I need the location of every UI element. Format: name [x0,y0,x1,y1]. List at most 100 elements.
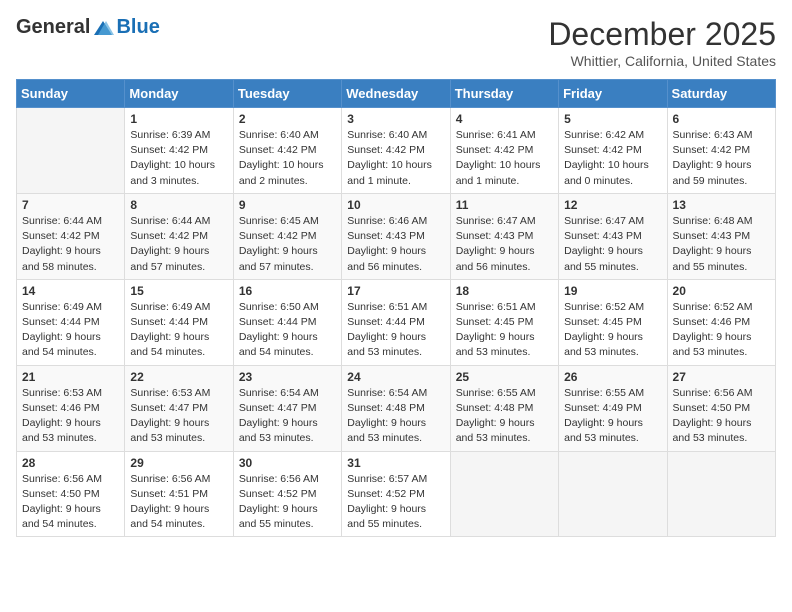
day-info: Sunrise: 6:47 AM Sunset: 4:43 PM Dayligh… [564,214,661,275]
day-info: Sunrise: 6:49 AM Sunset: 4:44 PM Dayligh… [22,300,119,361]
day-number: 5 [564,112,661,126]
day-number: 17 [347,284,444,298]
calendar-day-cell [450,451,558,537]
weekday-header-row: SundayMondayTuesdayWednesdayThursdayFrid… [17,80,776,108]
day-info: Sunrise: 6:50 AM Sunset: 4:44 PM Dayligh… [239,300,336,361]
calendar-day-cell: 30Sunrise: 6:56 AM Sunset: 4:52 PM Dayli… [233,451,341,537]
day-number: 13 [673,198,770,212]
day-number: 29 [130,456,227,470]
day-number: 14 [22,284,119,298]
calendar-day-cell: 27Sunrise: 6:56 AM Sunset: 4:50 PM Dayli… [667,365,775,451]
day-info: Sunrise: 6:45 AM Sunset: 4:42 PM Dayligh… [239,214,336,275]
day-number: 3 [347,112,444,126]
day-number: 7 [22,198,119,212]
calendar-day-cell: 9Sunrise: 6:45 AM Sunset: 4:42 PM Daylig… [233,193,341,279]
day-number: 12 [564,198,661,212]
calendar-day-cell: 19Sunrise: 6:52 AM Sunset: 4:45 PM Dayli… [559,279,667,365]
calendar-day-cell: 13Sunrise: 6:48 AM Sunset: 4:43 PM Dayli… [667,193,775,279]
weekday-header-cell: Tuesday [233,80,341,108]
day-number: 22 [130,370,227,384]
day-number: 4 [456,112,553,126]
logo-general-text: General [16,16,90,39]
day-info: Sunrise: 6:39 AM Sunset: 4:42 PM Dayligh… [130,128,227,189]
day-info: Sunrise: 6:49 AM Sunset: 4:44 PM Dayligh… [130,300,227,361]
calendar-day-cell [667,451,775,537]
calendar-day-cell [17,108,125,194]
calendar-day-cell: 15 Sunrise: 6:49 AM Sunset: 4:44 PM Dayli… [125,279,233,365]
day-info: Sunrise: 6:54 AM Sunset: 4:47 PM Dayligh… [239,386,336,447]
calendar-day-cell: 7 Sunrise: 6:44 AM Sunset: 4:42 PM Daylig… [17,193,125,279]
day-info: Sunrise: 6:44 AM Sunset: 4:42 PM Dayligh… [130,214,227,275]
calendar-day-cell: 3 Sunrise: 6:40 AM Sunset: 4:42 PM Daylig… [342,108,450,194]
calendar-day-cell: 5 Sunrise: 6:42 AM Sunset: 4:42 PM Daylig… [559,108,667,194]
day-number: 25 [456,370,553,384]
calendar-day-cell: 18Sunrise: 6:51 AM Sunset: 4:45 PM Dayli… [450,279,558,365]
day-number: 16 [239,284,336,298]
calendar-week-row: 14 Sunrise: 6:49 AM Sunset: 4:44 PM Dayli… [17,279,776,365]
day-info: Sunrise: 6:47 AM Sunset: 4:43 PM Dayligh… [456,214,553,275]
weekday-header-cell: Saturday [667,80,775,108]
calendar-day-cell: 6Sunrise: 6:43 AM Sunset: 4:42 PM Daylig… [667,108,775,194]
calendar-day-cell: 11Sunrise: 6:47 AM Sunset: 4:43 PM Dayli… [450,193,558,279]
day-info: Sunrise: 6:40 AM Sunset: 4:42 PM Dayligh… [239,128,336,189]
calendar-day-cell: 21 Sunrise: 6:53 AM Sunset: 4:46 PM Dayli… [17,365,125,451]
day-number: 23 [239,370,336,384]
day-info: Sunrise: 6:51 AM Sunset: 4:44 PM Dayligh… [347,300,444,361]
day-number: 31 [347,456,444,470]
calendar-day-cell: 25 Sunrise: 6:55 AM Sunset: 4:48 PM Dayli… [450,365,558,451]
day-info: Sunrise: 6:53 AM Sunset: 4:46 PM Dayligh… [22,386,119,447]
day-info: Sunrise: 6:56 AM Sunset: 4:52 PM Dayligh… [239,472,336,533]
calendar-day-cell: 14 Sunrise: 6:49 AM Sunset: 4:44 PM Dayli… [17,279,125,365]
calendar-day-cell: 26 Sunrise: 6:55 AM Sunset: 4:49 PM Dayli… [559,365,667,451]
calendar-day-cell: 31 Sunrise: 6:57 AM Sunset: 4:52 PM Dayli… [342,451,450,537]
weekday-header-cell: Sunday [17,80,125,108]
day-info: Sunrise: 6:55 AM Sunset: 4:49 PM Dayligh… [564,386,661,447]
title-block: December 2025 Whittier, California, Unit… [548,16,776,69]
day-number: 28 [22,456,119,470]
day-number: 6 [673,112,770,126]
day-number: 21 [22,370,119,384]
logo: General Blue [16,16,160,39]
day-info: Sunrise: 6:57 AM Sunset: 4:52 PM Dayligh… [347,472,444,533]
calendar-body: 1Sunrise: 6:39 AM Sunset: 4:42 PM Daylig… [17,108,776,537]
calendar-day-cell: 28 Sunrise: 6:56 AM Sunset: 4:50 PM Dayli… [17,451,125,537]
calendar-week-row: 28 Sunrise: 6:56 AM Sunset: 4:50 PM Dayli… [17,451,776,537]
calendar-day-cell: 1Sunrise: 6:39 AM Sunset: 4:42 PM Daylig… [125,108,233,194]
day-info: Sunrise: 6:41 AM Sunset: 4:42 PM Dayligh… [456,128,553,189]
logo-icon [92,19,114,37]
day-number: 20 [673,284,770,298]
calendar-day-cell: 16 Sunrise: 6:50 AM Sunset: 4:44 PM Dayli… [233,279,341,365]
day-info: Sunrise: 6:40 AM Sunset: 4:42 PM Dayligh… [347,128,444,189]
calendar-day-cell: 4 Sunrise: 6:41 AM Sunset: 4:42 PM Daylig… [450,108,558,194]
calendar-day-cell: 23 Sunrise: 6:54 AM Sunset: 4:47 PM Dayli… [233,365,341,451]
day-number: 24 [347,370,444,384]
calendar-day-cell: 2Sunrise: 6:40 AM Sunset: 4:42 PM Daylig… [233,108,341,194]
logo-blue-text: Blue [116,16,159,39]
location-text: Whittier, California, United States [548,53,776,69]
calendar-day-cell: 24 Sunrise: 6:54 AM Sunset: 4:48 PM Dayli… [342,365,450,451]
calendar-day-cell: 8 Sunrise: 6:44 AM Sunset: 4:42 PM Daylig… [125,193,233,279]
calendar-day-cell [559,451,667,537]
day-info: Sunrise: 6:53 AM Sunset: 4:47 PM Dayligh… [130,386,227,447]
day-number: 8 [130,198,227,212]
day-info: Sunrise: 6:54 AM Sunset: 4:48 PM Dayligh… [347,386,444,447]
day-number: 15 [130,284,227,298]
day-info: Sunrise: 6:55 AM Sunset: 4:48 PM Dayligh… [456,386,553,447]
calendar-table: SundayMondayTuesdayWednesdayThursdayFrid… [16,79,776,537]
page-header: General Blue December 2025 Whittier, Cal… [16,16,776,69]
weekday-header-cell: Wednesday [342,80,450,108]
day-info: Sunrise: 6:46 AM Sunset: 4:43 PM Dayligh… [347,214,444,275]
day-info: Sunrise: 6:42 AM Sunset: 4:42 PM Dayligh… [564,128,661,189]
weekday-header-cell: Friday [559,80,667,108]
calendar-day-cell: 29 Sunrise: 6:56 AM Sunset: 4:51 PM Dayli… [125,451,233,537]
month-title: December 2025 [548,16,776,53]
weekday-header-cell: Monday [125,80,233,108]
weekday-header-cell: Thursday [450,80,558,108]
day-number: 26 [564,370,661,384]
day-info: Sunrise: 6:56 AM Sunset: 4:51 PM Dayligh… [130,472,227,533]
calendar-day-cell: 20Sunrise: 6:52 AM Sunset: 4:46 PM Dayli… [667,279,775,365]
day-info: Sunrise: 6:56 AM Sunset: 4:50 PM Dayligh… [22,472,119,533]
day-info: Sunrise: 6:56 AM Sunset: 4:50 PM Dayligh… [673,386,770,447]
calendar-day-cell: 12 Sunrise: 6:47 AM Sunset: 4:43 PM Dayli… [559,193,667,279]
day-info: Sunrise: 6:44 AM Sunset: 4:42 PM Dayligh… [22,214,119,275]
